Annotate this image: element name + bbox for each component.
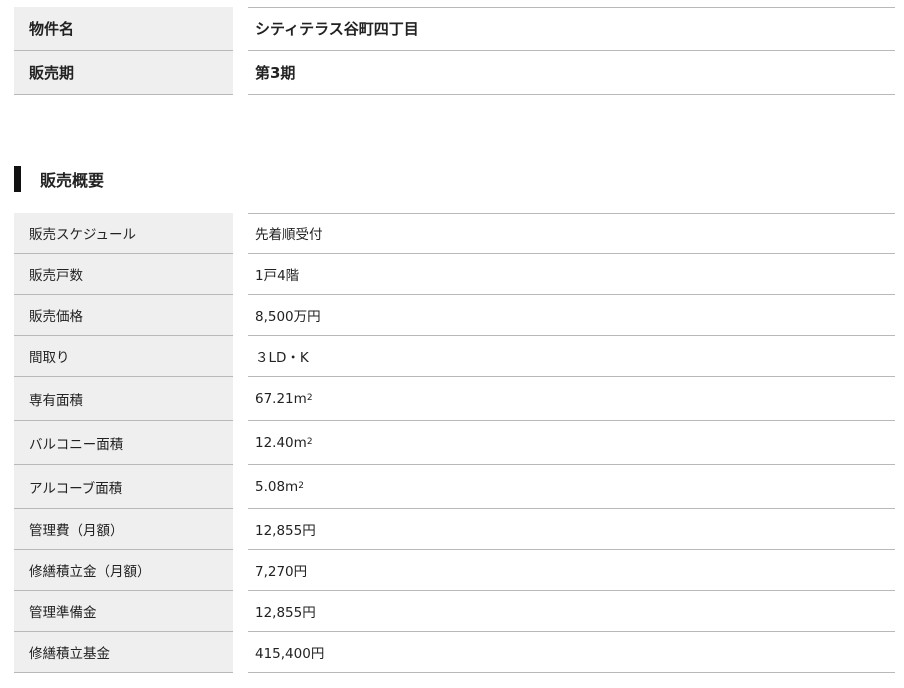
row-value: 12.40m 2 bbox=[255, 434, 313, 451]
row-label: 販売戸数 bbox=[14, 254, 233, 294]
row-value: 415,400円 bbox=[255, 646, 325, 662]
table-row: 販売スケジュール 先着順受付 bbox=[14, 213, 895, 254]
row-value: 12,855円 bbox=[255, 523, 316, 539]
section-heading-sales-summary: 販売概要 bbox=[14, 166, 104, 192]
table-row: 管理準備金 12,855円 bbox=[14, 591, 895, 632]
row-label: 販売スケジュール bbox=[14, 213, 233, 253]
sales-summary-table: 販売スケジュール 先着順受付 販売戸数 1戸4階 販売価格 8,500万円 間取… bbox=[14, 213, 895, 673]
sales-period-value: 第3期 bbox=[255, 64, 296, 82]
row-label: 販売価格 bbox=[14, 295, 233, 335]
row-label: 修繕積立金（月額） bbox=[14, 550, 233, 590]
table-row: 専有面積 67.21m 2 bbox=[14, 377, 895, 421]
property-name-label: 物件名 bbox=[14, 7, 233, 50]
row-value: 先着順受付 bbox=[255, 227, 323, 243]
property-info-table: 物件名 シティテラス谷町四丁目 販売期 第3期 bbox=[14, 7, 895, 95]
section-heading-text: 販売概要 bbox=[40, 171, 105, 190]
table-row: 販売戸数 1戸4階 bbox=[14, 254, 895, 295]
row-value: 8,500万円 bbox=[255, 309, 321, 325]
area-value: 12.40m bbox=[255, 434, 307, 451]
row-value: 67.21m 2 bbox=[255, 390, 313, 407]
row-value: 7,270円 bbox=[255, 564, 308, 580]
table-row: 管理費（月額） 12,855円 bbox=[14, 509, 895, 550]
row-label: バルコニー面積 bbox=[14, 421, 233, 464]
row-label: 間取り bbox=[14, 336, 233, 376]
row-value: ３LD・K bbox=[255, 350, 309, 366]
row-label: 修繕積立基金 bbox=[14, 632, 233, 672]
row-label: 管理準備金 bbox=[14, 591, 233, 631]
row-label: 専有面積 bbox=[14, 377, 233, 420]
table-row: バルコニー面積 12.40m 2 bbox=[14, 421, 895, 465]
row-label: 管理費（月額） bbox=[14, 509, 233, 549]
area-value: 67.21m bbox=[255, 390, 307, 407]
property-name-row: 物件名 シティテラス谷町四丁目 bbox=[14, 7, 895, 51]
table-row: 間取り ３LD・K bbox=[14, 336, 895, 377]
table-row: 修繕積立基金 415,400円 bbox=[14, 632, 895, 673]
table-row: 修繕積立金（月額） 7,270円 bbox=[14, 550, 895, 591]
section-heading-bar bbox=[14, 166, 21, 192]
property-name-value: シティテラス谷町四丁目 bbox=[255, 20, 419, 38]
row-value: 1戸4階 bbox=[255, 268, 300, 284]
row-value: 5.08m 2 bbox=[255, 478, 304, 495]
table-row: 販売価格 8,500万円 bbox=[14, 295, 895, 336]
table-row: アルコーブ面積 5.08m 2 bbox=[14, 465, 895, 509]
sales-period-label: 販売期 bbox=[14, 51, 233, 94]
sales-period-row: 販売期 第3期 bbox=[14, 51, 895, 95]
row-label: アルコーブ面積 bbox=[14, 465, 233, 508]
row-value: 12,855円 bbox=[255, 605, 316, 621]
area-value: 5.08m bbox=[255, 478, 299, 495]
